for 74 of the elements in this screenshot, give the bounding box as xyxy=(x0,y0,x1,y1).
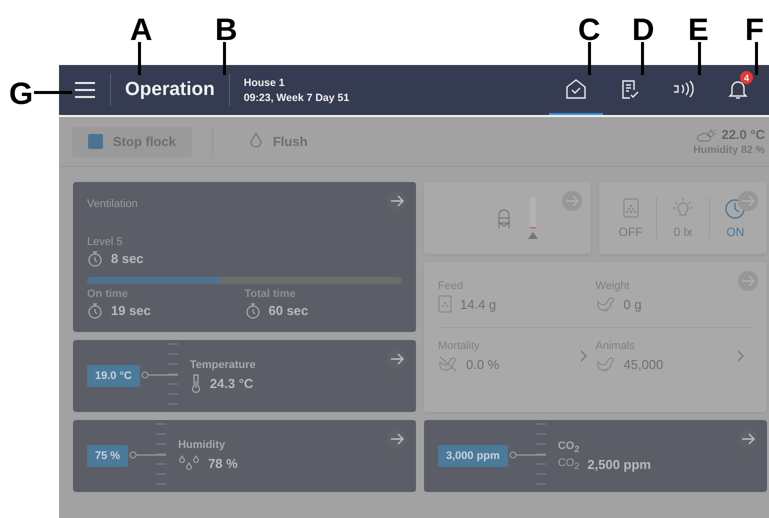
menu-icon xyxy=(74,81,96,99)
callout-letter: F xyxy=(745,14,764,45)
sensor-value: 78 % xyxy=(208,456,238,470)
droplets-icon xyxy=(178,453,200,473)
card-title: Ventilation xyxy=(87,198,138,210)
chevron-right-icon[interactable] xyxy=(737,350,745,362)
arrow-right-icon xyxy=(741,433,755,445)
setpoint-badge: 19.0 °C xyxy=(87,365,140,387)
stopwatch-icon xyxy=(244,302,260,319)
house-name: House 1 xyxy=(244,76,286,88)
house-check-icon xyxy=(565,78,587,100)
thermometer-icon xyxy=(190,373,202,393)
leader-line xyxy=(755,42,758,75)
feed-bag-icon xyxy=(438,295,452,313)
setpoint-badge: 3,000 ppm xyxy=(438,445,508,467)
metric-value: 0.0 % xyxy=(466,356,500,372)
leader-line xyxy=(138,42,141,75)
sensor-label: Humidity xyxy=(178,439,226,451)
metric-value: 45,000 xyxy=(624,356,664,372)
callout-letter: E xyxy=(688,14,709,45)
open-button[interactable] xyxy=(738,429,758,449)
page-title: Operation xyxy=(125,79,215,101)
leader-line xyxy=(698,42,701,75)
leader-line xyxy=(223,42,226,75)
open-button[interactable] xyxy=(387,191,407,211)
callout-letter: G xyxy=(9,78,34,109)
open-button[interactable] xyxy=(387,349,407,369)
notification-badge: 4 xyxy=(740,71,753,84)
chicken-icon xyxy=(596,295,616,313)
callout-letter: C xyxy=(578,14,600,45)
chicken-crossed-icon xyxy=(438,355,458,373)
sensor-value: 2,500 ppm xyxy=(587,456,651,472)
silo-level-gauge xyxy=(526,197,538,239)
level-time: 8 sec xyxy=(111,251,144,266)
open-button[interactable] xyxy=(387,429,407,449)
leader-line xyxy=(588,42,591,75)
callout-letter: B xyxy=(215,14,238,45)
feed-bag-icon xyxy=(622,197,640,219)
menu-button[interactable] xyxy=(74,81,96,99)
humidity-card[interactable]: 75 % Humidity 78 % xyxy=(73,420,416,492)
stopwatch-icon xyxy=(87,302,103,319)
outside-temperature: 22.0 °C xyxy=(721,127,765,142)
signal-waves-icon xyxy=(672,78,696,100)
arrow-right-icon xyxy=(741,195,755,207)
co2-symbol: CO$_{2}$ xyxy=(558,457,580,472)
level-label: Level 5 xyxy=(87,236,122,248)
temperature-card[interactable]: 19.0 °C Temperature 24.3 °C xyxy=(73,340,416,412)
stopwatch-icon xyxy=(87,250,103,267)
leader-line xyxy=(34,91,72,94)
metric-value: 14.4 g xyxy=(460,296,496,312)
arrow-right-icon xyxy=(390,433,404,445)
silo-icon xyxy=(496,207,510,229)
partly-cloudy-icon xyxy=(697,128,718,142)
arrow-right-icon xyxy=(565,195,579,207)
stop-square-icon xyxy=(88,134,103,149)
arrow-right-icon xyxy=(741,275,755,287)
callout-letter: A xyxy=(130,14,152,45)
date-time: 09:23, Week 7 Day 51 xyxy=(244,92,350,104)
total-time-value: 60 sec xyxy=(268,303,308,318)
chicken-icon xyxy=(596,355,616,373)
arrow-right-icon xyxy=(390,353,404,365)
metric-value: 0 g xyxy=(624,296,642,312)
co2-card[interactable]: 3,000 ppm CO$_{2}$ CO$_{2}$ 2,500 ppm xyxy=(424,420,767,492)
setpoint-badge: 75 % xyxy=(87,445,128,467)
device-status: ON xyxy=(726,225,744,239)
sensor-value: 24.3 °C xyxy=(210,376,254,390)
on-time-value: 19 sec xyxy=(111,303,151,318)
sensor-label: Temperature xyxy=(190,359,256,371)
sensor-label: CO$_{2}$ xyxy=(558,440,580,455)
arrow-right-icon xyxy=(390,195,404,207)
clock-icon xyxy=(723,197,748,219)
chevron-right-icon[interactable] xyxy=(580,350,588,362)
callout-letter: D xyxy=(632,14,654,45)
leader-line xyxy=(641,42,644,75)
